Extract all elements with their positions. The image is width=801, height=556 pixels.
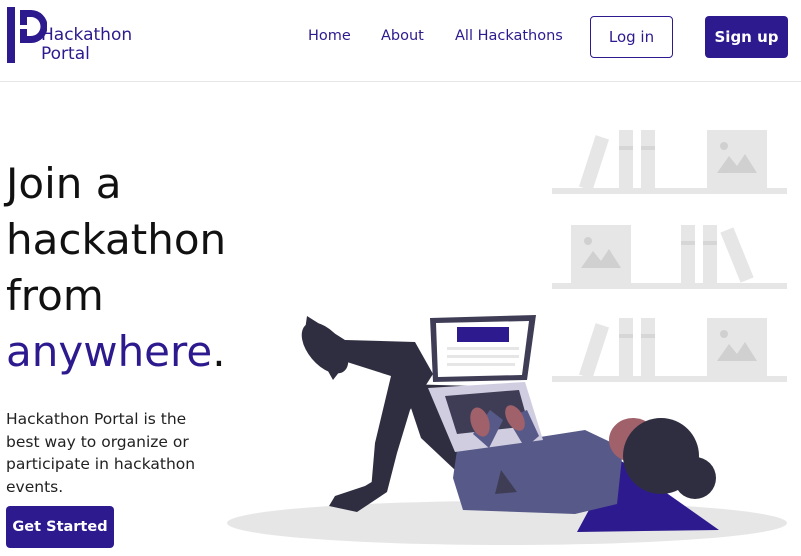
- nav-link-about[interactable]: About: [381, 28, 424, 44]
- person-reading-laptop-illustration-icon: [227, 130, 787, 545]
- hero-title-punct: .: [212, 327, 226, 376]
- nav-link-all-hackathons[interactable]: All Hackathons: [455, 28, 563, 44]
- logo-text-line2: Portal: [41, 44, 90, 64]
- get-started-button[interactable]: Get Started: [6, 506, 114, 548]
- login-button[interactable]: Log in: [590, 16, 673, 58]
- signup-button[interactable]: Sign up: [705, 16, 788, 58]
- logo-text-line1: Hackathon: [41, 25, 133, 45]
- hero-title-line-2: hackathon: [6, 215, 227, 264]
- hero-description: Hackathon Portal is the best way to orga…: [6, 410, 196, 496]
- logo-text: Hackathon Portal: [41, 26, 132, 64]
- hero-title-accent: anywhere: [6, 327, 213, 376]
- site-header: Hackathon Portal Home About All Hackatho…: [0, 0, 801, 82]
- nav-link-home[interactable]: Home: [308, 28, 351, 44]
- hero-title-line-3: from: [6, 271, 104, 320]
- hero-title-line-1: Join a: [6, 159, 122, 208]
- logo[interactable]: Hackathon Portal: [7, 7, 147, 67]
